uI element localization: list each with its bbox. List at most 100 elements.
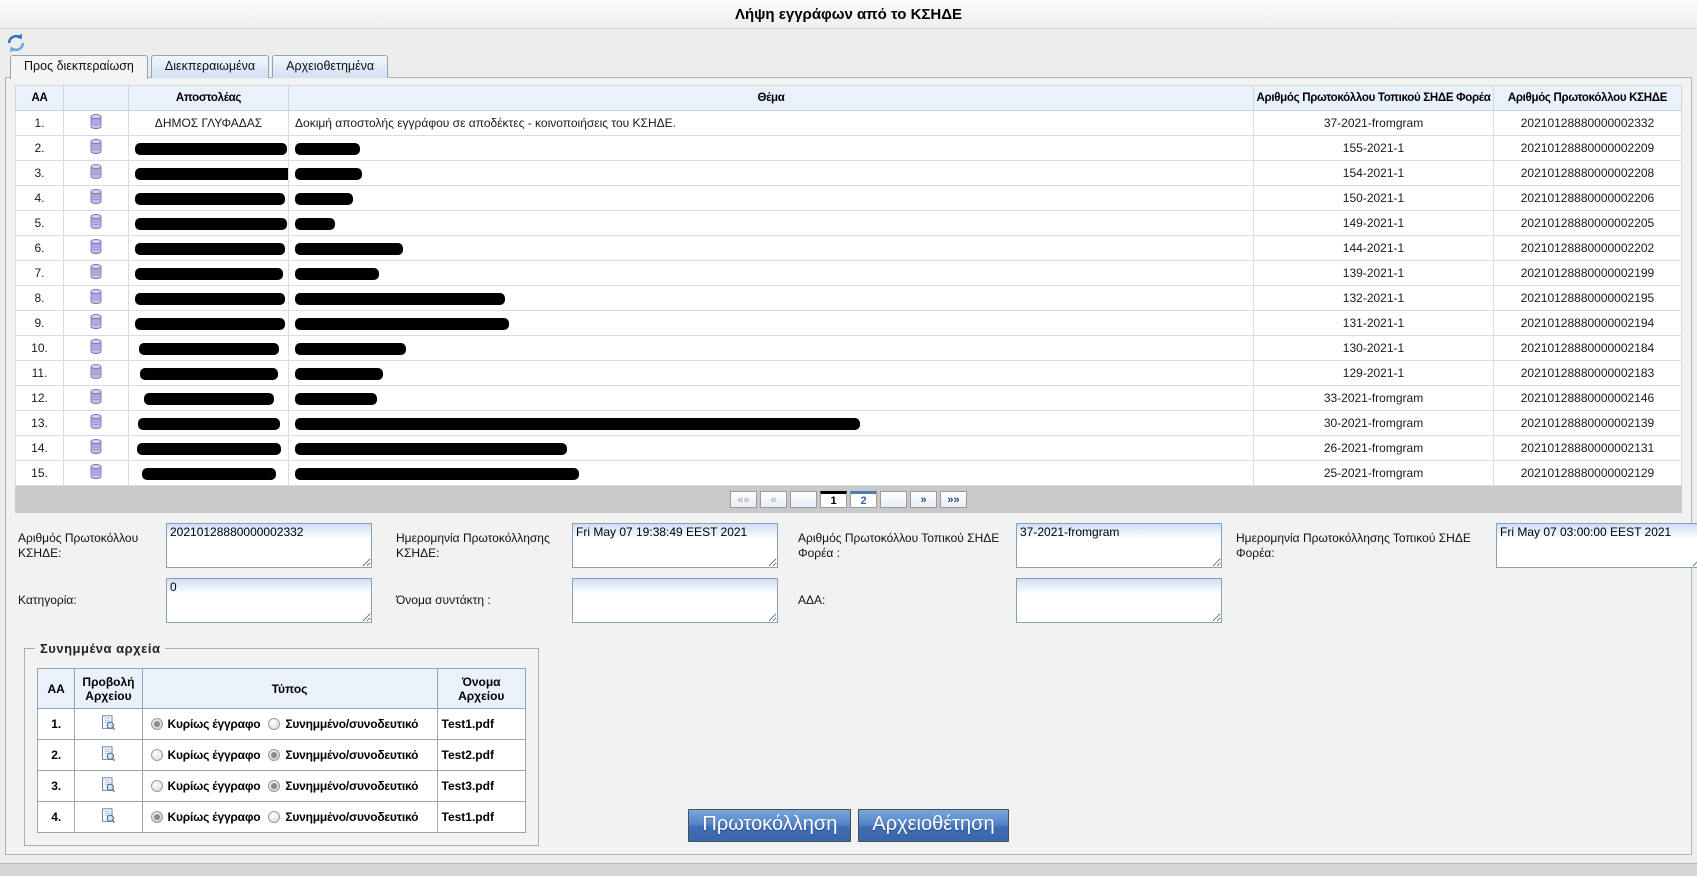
tab-2[interactable]: Διεκπεραιωμένα [151, 55, 269, 78]
subject-cell [289, 461, 1254, 486]
table-row[interactable]: 5.149-2021-120210128880000002205 [16, 211, 1682, 236]
attachment-type-cell: Κυρίως έγγραφοΣυνημμένο/συνοδευτικό [142, 771, 437, 802]
table-row[interactable]: 13.30-2021-fromgram20210128880000002139 [16, 411, 1682, 436]
row-number: 13. [16, 411, 64, 436]
kside-protocol-cell: 20210128880000002209 [1494, 136, 1682, 161]
field-label: Κατηγορία: [18, 593, 158, 608]
column-header-6: Αριθμός Πρωτοκόλλου ΚΣΗΔΕ [1494, 86, 1682, 111]
sender-cell [129, 361, 289, 386]
author-field[interactable] [572, 578, 778, 623]
table-row[interactable]: 11.129-2021-120210128880000002183 [16, 361, 1682, 386]
table-row[interactable]: 14.26-2021-fromgram20210128880000002131 [16, 436, 1682, 461]
kside-date-field[interactable] [572, 523, 778, 568]
form-field: Όνομα συντάκτη : [396, 578, 778, 623]
attachment-number: 3. [38, 771, 75, 802]
subject-cell [289, 436, 1254, 461]
subject-cell [289, 161, 1254, 186]
table-row[interactable]: 4.150-2021-120210128880000002206 [16, 186, 1682, 211]
document-icon[interactable] [64, 111, 129, 136]
table-row[interactable]: 1.ΔΗΜΟΣ ΓΛΥΦΑΔΑΣΔοκιμή αποστολής εγγράφο… [16, 111, 1682, 136]
pager-last-button[interactable]: »» [940, 491, 967, 508]
redaction-bar [144, 393, 274, 405]
tab-3[interactable]: Αρχειοθετημένα [272, 55, 388, 78]
subject-cell [289, 236, 1254, 261]
subject-cell [289, 286, 1254, 311]
category-field[interactable] [166, 578, 372, 623]
attached-document-radio[interactable] [268, 749, 280, 761]
kside-protocol-field[interactable] [166, 523, 372, 568]
local-protocol-cell: 30-2021-fromgram [1254, 411, 1494, 436]
local-protocol-field[interactable] [1016, 523, 1222, 568]
row-number: 14. [16, 436, 64, 461]
table-row[interactable]: 8.132-2021-120210128880000002195 [16, 286, 1682, 311]
kside-protocol-cell: 20210128880000002194 [1494, 311, 1682, 336]
redaction-bar [135, 168, 289, 180]
document-icon[interactable] [64, 436, 129, 461]
document-icon[interactable] [64, 236, 129, 261]
redaction-bar [135, 243, 285, 255]
document-icon[interactable] [64, 386, 129, 411]
table-row[interactable]: 3.154-2021-120210128880000002208 [16, 161, 1682, 186]
document-icon[interactable] [64, 186, 129, 211]
attached-document-radio-label: Συνημμένο/συνοδευτικό [285, 717, 418, 731]
preview-file-icon[interactable] [75, 740, 142, 771]
table-row[interactable]: 12.33-2021-fromgram20210128880000002146 [16, 386, 1682, 411]
row-number: 15. [16, 461, 64, 486]
redaction-bar [135, 143, 287, 155]
pager-page-2[interactable]: 2 [850, 491, 877, 508]
kside-protocol-cell: 20210128880000002129 [1494, 461, 1682, 486]
archive-button[interactable]: Αρχειοθέτηση [858, 809, 1008, 842]
main-document-radio[interactable] [151, 749, 163, 761]
document-icon[interactable] [64, 161, 129, 186]
pager-spacer [880, 491, 907, 508]
pager-next-button[interactable]: » [910, 491, 937, 508]
sender-cell: ΔΗΜΟΣ ΓΛΥΦΑΔΑΣ [129, 111, 289, 136]
kside-protocol-cell: 20210128880000002206 [1494, 186, 1682, 211]
subject-cell [289, 211, 1254, 236]
sender-cell [129, 311, 289, 336]
document-icon[interactable] [64, 361, 129, 386]
table-row[interactable]: 10.130-2021-120210128880000002184 [16, 336, 1682, 361]
table-row[interactable]: 7.139-2021-120210128880000002199 [16, 261, 1682, 286]
column-header-4: Θέμα [289, 86, 1254, 111]
document-icon[interactable] [64, 311, 129, 336]
pager-first-button[interactable]: «« [730, 491, 757, 508]
tab-1[interactable]: Προς διεκπεραίωση [10, 55, 148, 79]
table-row[interactable]: 2.155-2021-120210128880000002209 [16, 136, 1682, 161]
local-date-field[interactable] [1496, 523, 1697, 568]
pager-page-1[interactable]: 1 [820, 491, 847, 508]
pager-spacer [790, 491, 817, 508]
document-icon[interactable] [64, 136, 129, 161]
table-row[interactable]: 9.131-2021-120210128880000002194 [16, 311, 1682, 336]
document-icon[interactable] [64, 261, 129, 286]
kside-protocol-cell: 20210128880000002146 [1494, 386, 1682, 411]
register-button[interactable]: Πρωτοκόλληση [688, 809, 851, 842]
attached-document-radio[interactable] [268, 780, 280, 792]
table-row[interactable]: 15.25-2021-fromgram20210128880000002129 [16, 461, 1682, 486]
column-header-3: Αποστολέας [129, 86, 289, 111]
main-document-radio[interactable] [151, 718, 163, 730]
attached-document-radio[interactable] [268, 718, 280, 730]
document-icon[interactable] [64, 411, 129, 436]
ada-field[interactable] [1016, 578, 1222, 623]
redaction-bar [135, 268, 283, 280]
form-field: Κατηγορία: [18, 578, 372, 623]
sender-cell [129, 336, 289, 361]
document-icon[interactable] [64, 211, 129, 236]
redaction-bar [295, 293, 505, 305]
kside-protocol-cell: 20210128880000002195 [1494, 286, 1682, 311]
pager-prev-button[interactable]: « [760, 491, 787, 508]
local-protocol-cell: 149-2021-1 [1254, 211, 1494, 236]
table-row[interactable]: 6.144-2021-120210128880000002202 [16, 236, 1682, 261]
pagination-bar: ««« 12 »»» [15, 486, 1682, 513]
redaction-bar [295, 243, 403, 255]
refresh-icon[interactable] [6, 33, 26, 53]
tab-bar: Προς διεκπεραίωσηΔιεκπεραιωμέναΑρχειοθετ… [10, 55, 388, 79]
main-document-radio[interactable] [151, 780, 163, 792]
document-icon[interactable] [64, 461, 129, 486]
preview-file-icon[interactable] [75, 771, 142, 802]
document-icon[interactable] [64, 286, 129, 311]
sender-cell [129, 411, 289, 436]
preview-file-icon[interactable] [75, 709, 142, 740]
document-icon[interactable] [64, 336, 129, 361]
